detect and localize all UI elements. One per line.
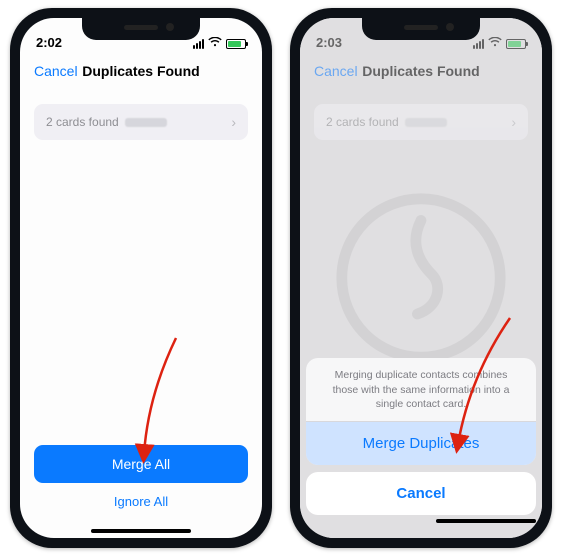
content: 2 cards found ›	[300, 90, 542, 154]
content: 2 cards found ›	[20, 90, 262, 154]
merge-all-button[interactable]: Merge All	[34, 445, 248, 483]
battery-icon	[506, 39, 526, 49]
status-right	[193, 37, 246, 50]
merge-duplicates-button[interactable]: Merge Duplicates	[306, 422, 536, 465]
nav-bar: Cancel Duplicates Found	[20, 52, 262, 90]
home-indicator	[436, 519, 536, 523]
home-indicator	[91, 529, 191, 533]
redacted-preview	[125, 118, 167, 127]
action-sheet-block: Merging duplicate contacts combines thos…	[306, 358, 536, 465]
status-time: 2:03	[316, 35, 342, 50]
ignore-all-button[interactable]: Ignore All	[34, 483, 248, 520]
action-sheet-cancel-button[interactable]: Cancel	[306, 472, 536, 515]
action-sheet-description: Merging duplicate contacts combines thos…	[306, 358, 536, 422]
bottom-actions: Merge All Ignore All	[20, 435, 262, 538]
cellular-icon	[473, 39, 484, 49]
redacted-preview	[405, 118, 447, 127]
iphone-left: 2:02 Cancel Duplicates Found 2 cards fou…	[10, 8, 272, 548]
page-title: Duplicates Found	[20, 63, 262, 79]
chevron-right-icon: ›	[231, 114, 236, 130]
wifi-icon	[488, 37, 502, 50]
notch	[362, 18, 480, 40]
chevron-right-icon: ›	[511, 114, 516, 130]
wifi-icon	[208, 37, 222, 50]
iphone-right: 2:03 Cancel Duplicates Found 2 cards fou…	[290, 8, 552, 548]
status-time: 2:02	[36, 35, 62, 50]
battery-icon	[226, 39, 246, 49]
duplicate-group-row: 2 cards found ›	[314, 104, 528, 140]
cards-found-label: 2 cards found	[46, 115, 119, 129]
duplicate-group-row[interactable]: 2 cards found ›	[34, 104, 248, 140]
screen: 2:03 Cancel Duplicates Found 2 cards fou…	[300, 18, 542, 538]
cards-found-label: 2 cards found	[326, 115, 399, 129]
screen: 2:02 Cancel Duplicates Found 2 cards fou…	[20, 18, 262, 538]
action-sheet: Merging duplicate contacts combines thos…	[306, 358, 536, 528]
cellular-icon	[193, 39, 204, 49]
notch	[82, 18, 200, 40]
nav-bar: Cancel Duplicates Found	[300, 52, 542, 90]
page-title: Duplicates Found	[300, 63, 542, 79]
status-right	[473, 37, 526, 50]
